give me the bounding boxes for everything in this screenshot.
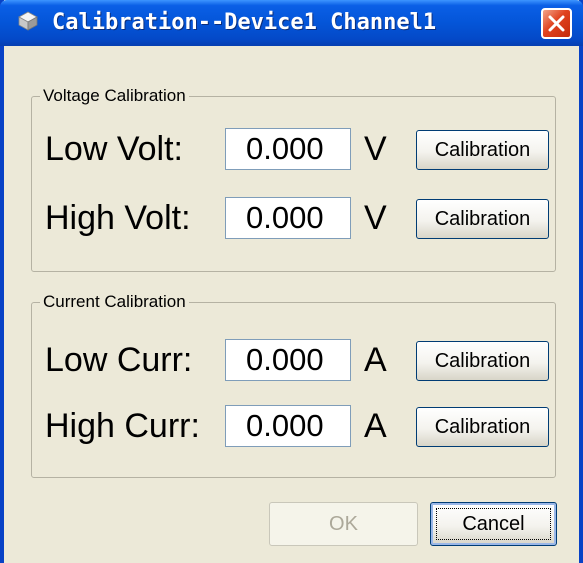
- voltage-group-label: Voltage Calibration: [40, 85, 189, 107]
- ok-button[interactable]: OK: [269, 502, 418, 546]
- title-bar[interactable]: Calibration--Device1 Channel1: [0, 0, 583, 46]
- close-button[interactable]: [541, 8, 572, 39]
- low-volt-input[interactable]: [225, 128, 351, 170]
- low-volt-unit: V: [364, 130, 387, 168]
- high-curr-input[interactable]: [225, 405, 351, 447]
- calibration-dialog: Calibration--Device1 Channel1 Voltage Ca…: [0, 0, 583, 563]
- low-curr-label: Low Curr:: [45, 341, 193, 379]
- high-volt-input[interactable]: [225, 197, 351, 239]
- voltage-calibration-group: Voltage Calibration Low Volt: V Calibrat…: [31, 85, 556, 272]
- cancel-button[interactable]: Cancel: [430, 502, 557, 546]
- close-icon: [548, 15, 565, 32]
- focus-indicator: [436, 508, 551, 540]
- low-curr-input[interactable]: [225, 339, 351, 381]
- high-volt-unit: V: [364, 199, 387, 237]
- high-volt-calibration-button[interactable]: Calibration: [416, 199, 549, 239]
- high-volt-label: High Volt:: [45, 199, 191, 237]
- window-title: Calibration--Device1 Channel1: [52, 10, 437, 35]
- high-curr-unit: A: [364, 407, 387, 445]
- high-curr-calibration-button[interactable]: Calibration: [416, 407, 549, 447]
- low-curr-unit: A: [364, 341, 387, 379]
- low-volt-label: Low Volt:: [45, 130, 183, 168]
- current-group-label: Current Calibration: [40, 291, 189, 313]
- current-calibration-group: Current Calibration Low Curr: A Calibrat…: [31, 291, 556, 478]
- device-icon: [18, 11, 38, 31]
- high-curr-label: High Curr:: [45, 407, 200, 445]
- low-curr-calibration-button[interactable]: Calibration: [416, 341, 549, 381]
- low-volt-calibration-button[interactable]: Calibration: [416, 130, 549, 170]
